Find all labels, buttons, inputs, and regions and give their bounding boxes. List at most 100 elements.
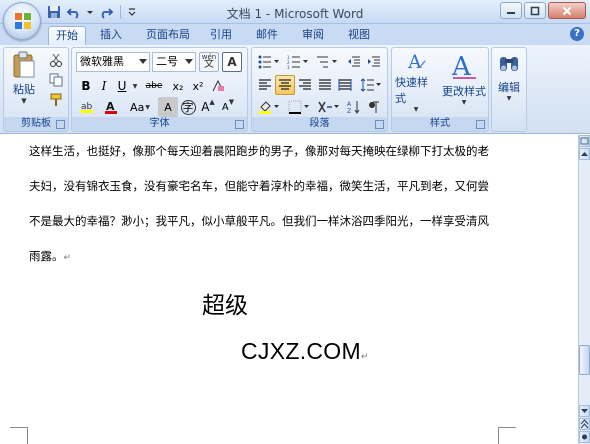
previous-page-icon[interactable] xyxy=(579,418,590,430)
phonetic-char-icon: 文 xyxy=(204,59,214,70)
editing-dropdown-icon[interactable]: ▼ xyxy=(507,95,512,102)
increase-indent-icon[interactable] xyxy=(364,52,384,72)
styles-group-label: 样式 xyxy=(392,117,488,131)
italic-button[interactable]: I xyxy=(94,76,114,96)
bullets-icon[interactable] xyxy=(255,52,283,72)
line-spacing-icon[interactable] xyxy=(358,75,384,95)
scroll-thumb[interactable] xyxy=(579,345,590,375)
sort-icon[interactable]: AZ xyxy=(344,97,364,117)
help-icon[interactable]: ? xyxy=(570,27,584,41)
tab-insert[interactable]: 插入 xyxy=(94,26,128,45)
numbering-icon[interactable]: 123 xyxy=(284,52,312,72)
char-border-button[interactable]: A xyxy=(222,52,242,72)
quick-styles-icon: A xyxy=(407,52,426,72)
shrink-font-button[interactable]: A ▼ xyxy=(218,97,238,117)
copy-icon[interactable] xyxy=(46,70,66,90)
font-group: 微软雅黑 二号 wén 文 A B I U ▼ abe x₂ x² ab A A… xyxy=(71,47,248,132)
distributed-icon[interactable] xyxy=(335,75,355,95)
clear-formatting-icon[interactable] xyxy=(208,76,228,96)
scroll-down-icon[interactable] xyxy=(579,405,590,417)
tab-review[interactable]: 审阅 xyxy=(296,26,330,45)
superscript-button[interactable]: x² xyxy=(188,76,208,96)
paste-button[interactable]: 粘贴 ▼ xyxy=(7,50,41,110)
align-center-icon[interactable] xyxy=(275,75,295,95)
doc-line-1-text: 这样生活，也挺好，像那个每天迎着晨阳跑步的男子，像那对每天掩映在绿柳下打太极的老 xyxy=(29,144,489,158)
paste-dropdown-icon[interactable]: ▼ xyxy=(21,97,26,105)
char-shading-button[interactable]: A xyxy=(158,97,178,117)
minimize-button[interactable] xyxy=(500,2,522,19)
tab-home[interactable]: 开始 xyxy=(48,26,86,45)
underline-dropdown-icon[interactable]: ▼ xyxy=(130,76,140,96)
multilevel-list-icon[interactable] xyxy=(313,52,341,72)
document-page[interactable]: 这样生活，也挺好，像那个每天迎着晨阳跑步的男子，像那对每天掩映在绿柳下打太极的老… xyxy=(0,135,578,444)
tab-mailings[interactable]: 邮件 xyxy=(250,26,284,45)
clipboard-launcher-icon[interactable] xyxy=(56,120,65,129)
cut-icon[interactable] xyxy=(46,50,66,70)
paragraph-launcher-icon[interactable] xyxy=(375,120,384,129)
doc-line-2[interactable]: 夫妇，没有锦衣玉食，没有豪宅名车，但能守着淳朴的幸福，微笑生活，平凡到老，又何尝 xyxy=(29,178,489,194)
phonetic-guide-button[interactable]: wén 文 xyxy=(199,52,219,72)
styles-launcher-icon[interactable] xyxy=(476,120,485,129)
scroll-up-icon[interactable] xyxy=(579,148,590,160)
font-color-button[interactable]: A xyxy=(100,97,122,117)
quick-styles-label: 快速样式 xyxy=(395,76,428,105)
quick-styles-button[interactable]: A 快速样式 ▼ xyxy=(394,50,438,114)
font-launcher-icon[interactable] xyxy=(235,120,244,129)
font-name-dropdown-icon[interactable] xyxy=(139,59,147,64)
doc-line-1[interactable]: 这样生活，也挺好，像那个每天迎着晨阳跑步的男子，像那对每天掩映在绿柳下打太极的老 xyxy=(29,143,489,159)
grow-font-button[interactable]: A ▲ xyxy=(198,97,218,117)
binoculars-icon xyxy=(500,57,518,71)
office-button[interactable] xyxy=(3,2,41,40)
paragraph-group: 123 A Z 段落 xyxy=(251,47,388,132)
change-case-button[interactable]: Aa ▼ xyxy=(126,97,154,117)
justify-icon[interactable] xyxy=(315,75,335,95)
tab-view[interactable]: 视图 xyxy=(342,26,376,45)
editing-label: 编辑 xyxy=(498,81,520,94)
change-styles-dropdown-icon[interactable]: ▼ xyxy=(462,99,467,106)
editing-button[interactable]: 编辑 ▼ xyxy=(493,50,525,114)
font-name-combo[interactable]: 微软雅黑 xyxy=(76,52,150,72)
show-marks-icon[interactable] xyxy=(364,97,384,117)
format-painter-icon[interactable] xyxy=(46,90,66,110)
select-browse-object-icon[interactable] xyxy=(579,431,590,443)
enclose-char-button[interactable]: 字 xyxy=(178,97,198,117)
paste-icon xyxy=(13,51,35,78)
bold-button[interactable]: B xyxy=(76,76,96,96)
decrease-indent-icon[interactable] xyxy=(344,52,364,72)
underline-button[interactable]: U xyxy=(112,76,132,96)
shrink-font-label: A xyxy=(221,101,229,113)
font-size-combo[interactable]: 二号 xyxy=(152,52,196,72)
highlight-button[interactable]: ab xyxy=(76,97,98,117)
ruler-toggle-icon[interactable] xyxy=(579,135,590,147)
tab-references[interactable]: 引用 xyxy=(204,26,238,45)
close-button[interactable] xyxy=(548,2,586,19)
enclose-char-label: 字 xyxy=(180,99,196,115)
doc-line-4[interactable]: 雨露。↵ xyxy=(29,248,71,264)
align-left-icon[interactable] xyxy=(255,75,275,95)
watermark-text-line-2: CJXZ.COM↵ xyxy=(241,338,369,365)
chinese-layout-icon[interactable] xyxy=(316,97,342,117)
restore-button[interactable] xyxy=(524,2,546,19)
borders-icon[interactable] xyxy=(285,97,313,117)
quick-styles-dropdown-icon[interactable]: ▼ xyxy=(414,106,419,113)
vertical-scrollbar[interactable] xyxy=(578,135,590,444)
shading-icon[interactable] xyxy=(255,97,283,117)
font-size-dropdown-icon[interactable] xyxy=(185,59,193,64)
tab-page-layout[interactable]: 页面布局 xyxy=(142,26,194,45)
font-group-label: 字体 xyxy=(72,117,247,131)
align-right-icon[interactable] xyxy=(295,75,315,95)
doc-line-3[interactable]: 不是最大的幸福？渺小；我平凡，似小草般平凡。但我们一样沐浴四季阳光，一样享受清风 xyxy=(29,213,489,229)
svg-text:A: A xyxy=(347,101,352,108)
title-bar: 文档 1 - Microsoft Word xyxy=(0,0,590,24)
bold-label: B xyxy=(81,79,91,93)
watermark-text-line-1: 超级 xyxy=(202,293,248,319)
italic-label: I xyxy=(101,79,107,93)
strikethrough-button[interactable]: abe xyxy=(143,76,165,96)
paragraph-mark-icon: ↵ xyxy=(360,351,369,361)
doc-line-3-text: 不是最大的幸福？渺小；我平凡，似小草般平凡。但我们一样沐浴四季阳光，一样享受清风 xyxy=(29,214,489,228)
char-border-label: A xyxy=(227,55,237,69)
change-styles-button[interactable]: A 更改样式 ▼ xyxy=(440,50,488,114)
subscript-button[interactable]: x₂ xyxy=(168,76,188,96)
change-styles-icon: A xyxy=(451,52,476,81)
font-name-value: 微软雅黑 xyxy=(80,55,124,68)
